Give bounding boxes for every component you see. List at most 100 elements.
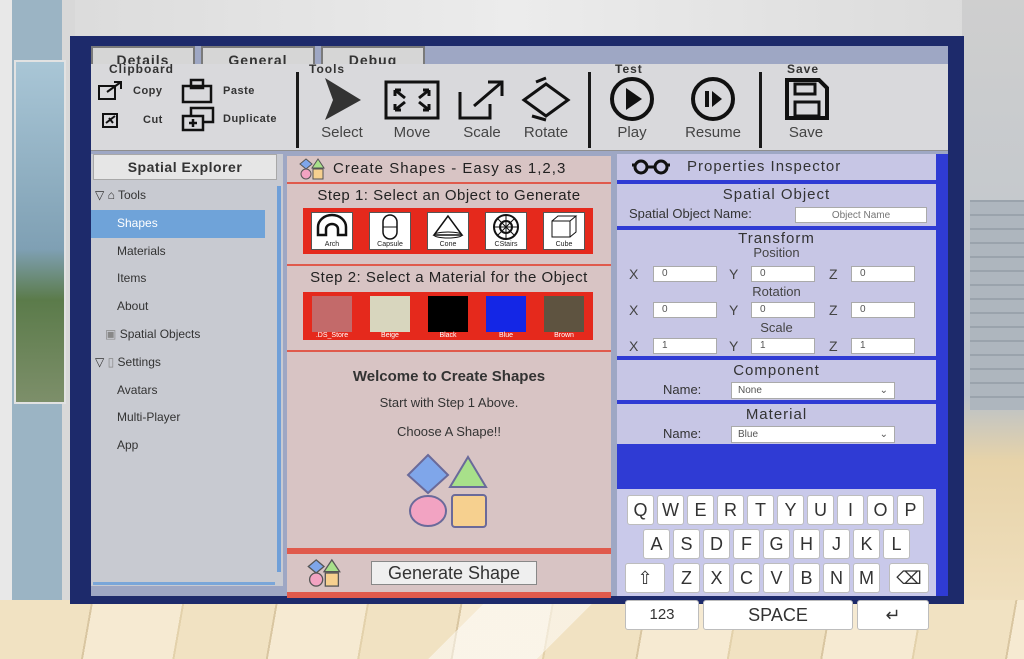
rotation-y-input[interactable]: 0: [751, 302, 815, 318]
rotation-z-input[interactable]: 0: [851, 302, 915, 318]
key-h[interactable]: H: [793, 529, 820, 559]
sidebar-item-app[interactable]: App: [91, 432, 277, 460]
key-a[interactable]: A: [643, 529, 670, 559]
axis-y-label: Y: [729, 338, 739, 354]
sidebar-item-materials[interactable]: Materials: [91, 238, 277, 266]
shape-cube-button[interactable]: Cube: [543, 212, 585, 250]
rotate-icon: [521, 76, 571, 122]
step2-title: Step 2: Select a Material for the Object: [310, 269, 588, 286]
key-d[interactable]: D: [703, 529, 730, 559]
key-n[interactable]: N: [823, 563, 850, 593]
material-strip: .DS_Store Beige Black Blue Brown: [303, 292, 593, 340]
component-section: Component Name: None ⌄: [617, 360, 936, 400]
expand-toggle-icon[interactable]: ▽: [95, 188, 104, 202]
cube-icon: ▣: [105, 326, 117, 341]
save-button[interactable]: Save: [771, 76, 841, 141]
material-black-button[interactable]: Black: [428, 296, 468, 339]
room-window: [14, 60, 66, 404]
sidebar-item-about[interactable]: About: [91, 293, 277, 321]
shape-cone-button[interactable]: Cone: [427, 212, 469, 250]
key-t[interactable]: T: [747, 495, 774, 525]
move-tool-button[interactable]: Move: [377, 76, 447, 141]
key-j[interactable]: J: [823, 529, 850, 559]
key-m[interactable]: M: [853, 563, 880, 593]
key-r[interactable]: R: [717, 495, 744, 525]
generate-shape-button[interactable]: Generate Shape: [371, 561, 537, 585]
welcome-title: Welcome to Create Shapes: [352, 368, 546, 385]
key-p[interactable]: P: [897, 495, 924, 525]
axis-x-label: X: [629, 266, 639, 282]
key-c[interactable]: C: [733, 563, 760, 593]
key-q[interactable]: Q: [627, 495, 654, 525]
scale-x-input[interactable]: 1: [653, 338, 717, 354]
key-l[interactable]: L: [883, 529, 910, 559]
create-shapes-header: Create Shapes - Easy as 1,2,3: [287, 156, 611, 182]
sidebar-item-items[interactable]: Items: [91, 265, 277, 293]
material-beige-button[interactable]: Beige: [370, 296, 410, 339]
shape-cstairs-button[interactable]: CStairs: [485, 212, 527, 250]
key-v[interactable]: V: [763, 563, 790, 593]
sidebar-item-avatars[interactable]: Avatars: [91, 377, 277, 405]
key-y[interactable]: Y: [777, 495, 804, 525]
key-b[interactable]: B: [793, 563, 820, 593]
cut-button[interactable]: Cut: [101, 110, 163, 130]
scale-z-input[interactable]: 1: [851, 338, 915, 354]
sidebar-scrollbar[interactable]: [277, 186, 281, 572]
expand-toggle-icon[interactable]: ▽: [95, 355, 104, 369]
arch-icon: [316, 213, 348, 237]
resume-icon: [691, 77, 735, 121]
paste-button[interactable]: Paste: [181, 78, 255, 104]
create-shapes-panel: Create Shapes - Easy as 1,2,3 Step 1: Se…: [287, 156, 611, 598]
object-name-input[interactable]: [795, 207, 927, 223]
key-x[interactable]: X: [703, 563, 730, 593]
position-y-input[interactable]: 0: [751, 266, 815, 282]
key-i[interactable]: I: [837, 495, 864, 525]
sidebar-title: Spatial Explorer: [93, 154, 277, 180]
rotation-x-input[interactable]: 0: [653, 302, 717, 318]
tab-general[interactable]: General: [201, 46, 315, 67]
material-brown-button[interactable]: Brown: [544, 296, 584, 339]
material-ds-store-button[interactable]: .DS_Store: [312, 296, 352, 339]
material-blue-button[interactable]: Blue: [486, 296, 526, 339]
shape-arch-button[interactable]: Arch: [311, 212, 353, 250]
cut-icon: [102, 113, 118, 128]
scale-y-input[interactable]: 1: [751, 338, 815, 354]
capsule-icon: [382, 214, 398, 240]
duplicate-button[interactable]: Duplicate: [181, 106, 277, 132]
numbers-key[interactable]: 123: [625, 600, 699, 630]
sidebar-item-tools[interactable]: ▽ ⌂ Tools: [91, 182, 277, 210]
component-dropdown[interactable]: None ⌄: [731, 382, 895, 399]
key-u[interactable]: U: [807, 495, 834, 525]
resume-button[interactable]: Resume: [675, 76, 751, 141]
backspace-key[interactable]: ⌫: [889, 563, 929, 593]
key-z[interactable]: Z: [673, 563, 700, 593]
sidebar-item-spatial-objects[interactable]: ▣ Spatial Objects: [91, 321, 277, 349]
material-swatch: [486, 296, 526, 332]
key-w[interactable]: W: [657, 495, 684, 525]
material-dropdown[interactable]: Blue ⌄: [731, 426, 895, 443]
key-g[interactable]: G: [763, 529, 790, 559]
play-button[interactable]: Play: [597, 76, 667, 141]
sidebar-item-shapes[interactable]: Shapes: [91, 209, 265, 238]
shape-capsule-button[interactable]: Capsule: [369, 212, 411, 250]
enter-key[interactable]: ↵: [857, 600, 929, 630]
rotation-label: Rotation: [752, 284, 801, 299]
copy-button[interactable]: Copy: [97, 80, 163, 102]
position-z-input[interactable]: 0: [851, 266, 915, 282]
create-shapes-title: Create Shapes - Easy as 1,2,3: [333, 160, 567, 177]
key-k[interactable]: K: [853, 529, 880, 559]
space-key[interactable]: SPACE: [703, 600, 853, 630]
key-e[interactable]: E: [687, 495, 714, 525]
select-tool-button[interactable]: Select: [307, 76, 377, 141]
cube-icon: [551, 215, 578, 238]
scale-tool-button[interactable]: Scale: [447, 76, 517, 141]
position-x-input[interactable]: 0: [653, 266, 717, 282]
rotate-tool-button[interactable]: Rotate: [511, 76, 581, 141]
sidebar-item-multi-player[interactable]: Multi-Player: [91, 404, 277, 432]
key-o[interactable]: O: [867, 495, 894, 525]
shift-key[interactable]: ⇧: [625, 563, 665, 593]
sidebar-item-settings[interactable]: ▽ ▯ Settings: [91, 349, 277, 377]
key-f[interactable]: F: [733, 529, 760, 559]
play-icon: [610, 77, 654, 121]
key-s[interactable]: S: [673, 529, 700, 559]
